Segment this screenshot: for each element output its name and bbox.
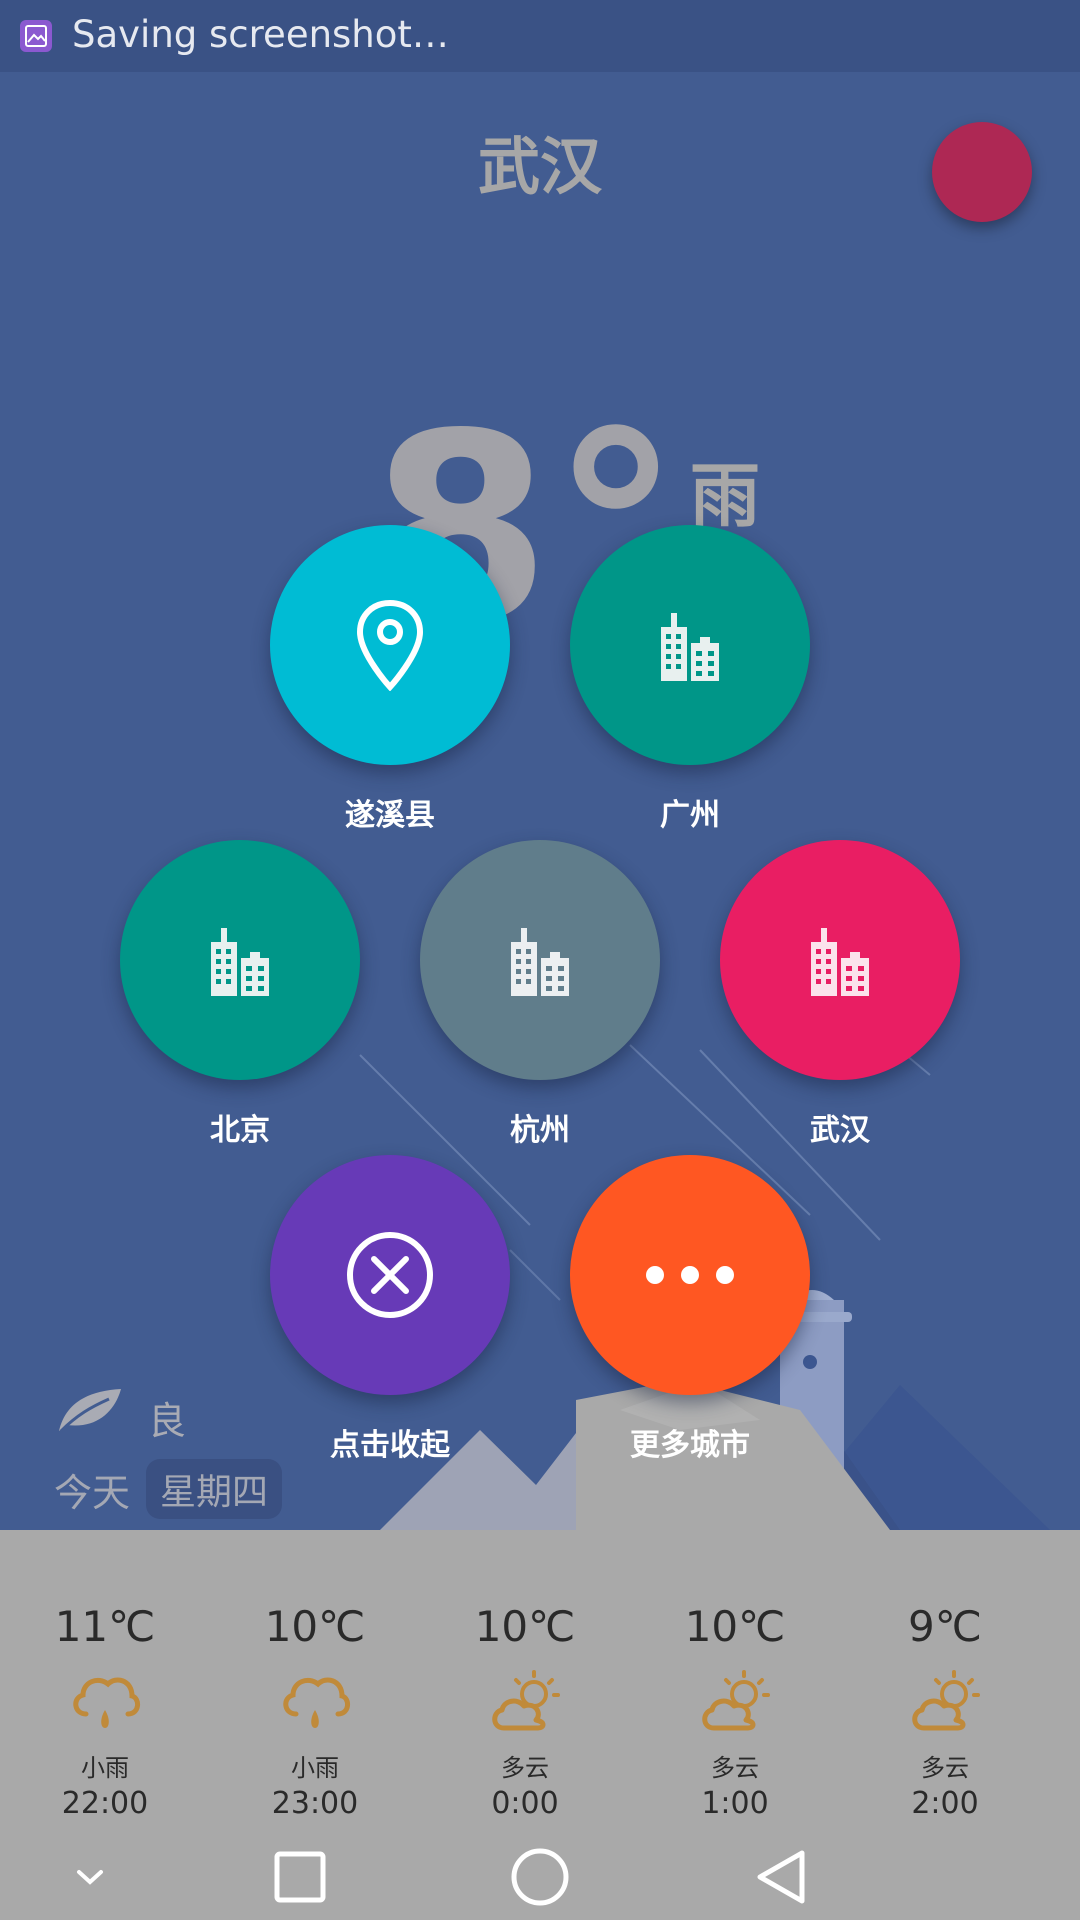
forecast-time: 23:00 xyxy=(271,1786,359,1821)
forecast-temp: 10℃ xyxy=(264,1602,366,1651)
city-label-beijing[interactable]: 北京 xyxy=(120,1105,360,1149)
city-label-wuhan[interactable]: 武汉 xyxy=(720,1105,960,1149)
partly-cloudy-icon xyxy=(702,1670,770,1731)
more-cities-label[interactable]: 更多城市 xyxy=(570,1420,810,1464)
city-buildings-icon xyxy=(511,928,569,996)
partly-cloudy-icon xyxy=(492,1670,560,1731)
city-label-hangzhou[interactable]: 杭州 xyxy=(420,1105,660,1149)
today-label: 今天 xyxy=(54,1471,131,1515)
forecast-time: 2:00 xyxy=(911,1786,979,1821)
collapse-icon[interactable] xyxy=(55,1842,125,1912)
city-button-beijing[interactable] xyxy=(120,840,360,1080)
city-menu-fab[interactable] xyxy=(932,122,1032,222)
aqi-level: 良 xyxy=(148,1399,187,1443)
partly-cloudy-icon xyxy=(912,1670,980,1731)
city-buildings-icon xyxy=(811,928,869,996)
forecast-condition: 小雨 xyxy=(81,1754,129,1782)
forecast-condition: 多云 xyxy=(921,1754,969,1782)
more-cities-button[interactable] xyxy=(570,1155,810,1395)
forecast-temp: 10℃ xyxy=(684,1602,786,1651)
forecast-time: 1:00 xyxy=(701,1786,769,1821)
more-dots-icon xyxy=(646,1266,734,1284)
city-button-location[interactable] xyxy=(270,525,510,765)
forecast-time: 0:00 xyxy=(491,1786,559,1821)
forecast-condition: 多云 xyxy=(711,1754,759,1782)
city-buildings-icon xyxy=(211,928,269,996)
rain-cloud-icon xyxy=(283,1677,350,1728)
collapse-menu-label[interactable]: 点击收起 xyxy=(270,1420,510,1464)
rain-cloud-icon xyxy=(73,1677,140,1728)
forecast-temp: 11℃ xyxy=(54,1602,156,1651)
location-pin-icon xyxy=(356,599,424,691)
close-circle-icon xyxy=(347,1232,433,1318)
navigation-bar xyxy=(0,1830,1080,1920)
home-icon[interactable] xyxy=(505,1842,575,1912)
forecast-condition: 小雨 xyxy=(291,1754,339,1782)
notification-text: Saving screenshot… xyxy=(72,13,449,56)
forecast-temp: 9℃ xyxy=(908,1602,982,1651)
weekday-badge: 星期四 xyxy=(146,1459,283,1519)
leaf-icon xyxy=(59,1389,121,1433)
city-buildings-icon xyxy=(661,613,719,681)
recents-icon[interactable] xyxy=(265,1842,335,1912)
back-icon[interactable] xyxy=(745,1842,815,1912)
status-bar: Saving screenshot… xyxy=(0,0,1080,72)
city-title[interactable]: 武汉 xyxy=(0,116,1080,206)
forecast-temp: 10℃ xyxy=(474,1602,576,1651)
forecast-time: 22:00 xyxy=(61,1786,149,1821)
weather-screen: Saving screenshot… 武汉 8° 雨 良 今天 星期四 遂溪县 … xyxy=(0,0,1080,1920)
city-label-suixi[interactable]: 遂溪县 xyxy=(270,790,510,834)
screenshot-icon xyxy=(20,20,52,52)
collapse-menu-button[interactable] xyxy=(270,1155,510,1395)
city-button-hangzhou[interactable] xyxy=(420,840,660,1080)
city-button-guangzhou[interactable] xyxy=(570,525,810,765)
city-label-guangzhou[interactable]: 广州 xyxy=(570,790,810,834)
hourly-forecast-panel[interactable]: 11℃ 小雨 22:00 10℃ 小雨 23:00 10℃ 多云 0:00 10… xyxy=(0,1530,1080,1830)
forecast-condition: 多云 xyxy=(501,1754,549,1782)
city-button-wuhan[interactable] xyxy=(720,840,960,1080)
